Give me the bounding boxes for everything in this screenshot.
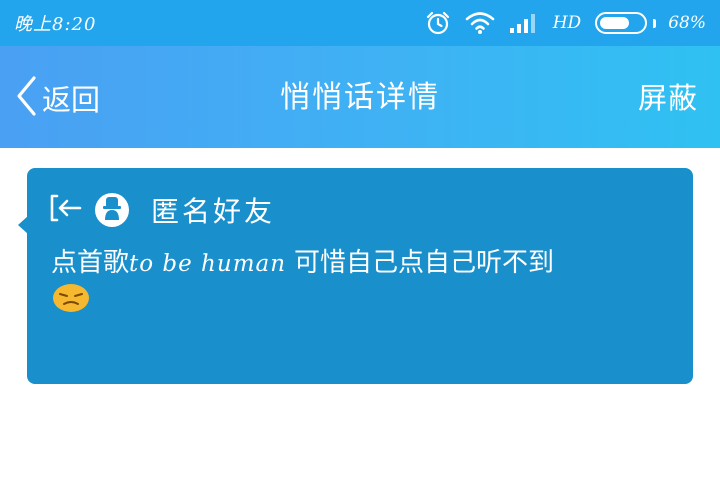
sender-name: 匿名好友 xyxy=(151,195,276,228)
avatar xyxy=(95,193,129,227)
anonymous-user-icon xyxy=(101,196,123,224)
battery-icon xyxy=(595,12,648,34)
status-bar: 晚上8:20 HD 68% xyxy=(0,0,720,46)
battery-indicator: 68% xyxy=(595,12,706,34)
battery-nub xyxy=(653,18,657,28)
signal-icon xyxy=(509,12,539,34)
battery-level xyxy=(600,17,629,29)
network-type-label: HD xyxy=(552,13,582,33)
message-text: 点首歌to be human 可惜自己点自己听不到 xyxy=(51,242,691,285)
block-button[interactable]: 屏蔽 xyxy=(638,76,698,120)
status-indicators: HD 68% xyxy=(425,10,706,36)
sad-face-emoji-icon xyxy=(51,281,91,313)
battery-percent: 68% xyxy=(668,13,706,33)
message-text-part-1: 点首歌 xyxy=(51,248,130,278)
card-pointer xyxy=(18,216,28,234)
exit-icon[interactable] xyxy=(49,193,83,227)
message-text-part-2: 可惜自己点自己听不到 xyxy=(294,248,555,278)
message-text-latin: to be human xyxy=(129,251,287,277)
message-header: 匿名好友 xyxy=(49,190,275,230)
message-card: 匿名好友 点首歌to be human 可惜自己点自己听不到 xyxy=(18,168,693,384)
page-title: 悄悄话详情 xyxy=(280,80,440,115)
wifi-icon xyxy=(465,11,495,35)
status-time: 晚上8:20 xyxy=(14,14,97,35)
nav-header: 返回 悄悄话详情 屏蔽 xyxy=(0,46,720,148)
alarm-icon xyxy=(425,10,451,36)
